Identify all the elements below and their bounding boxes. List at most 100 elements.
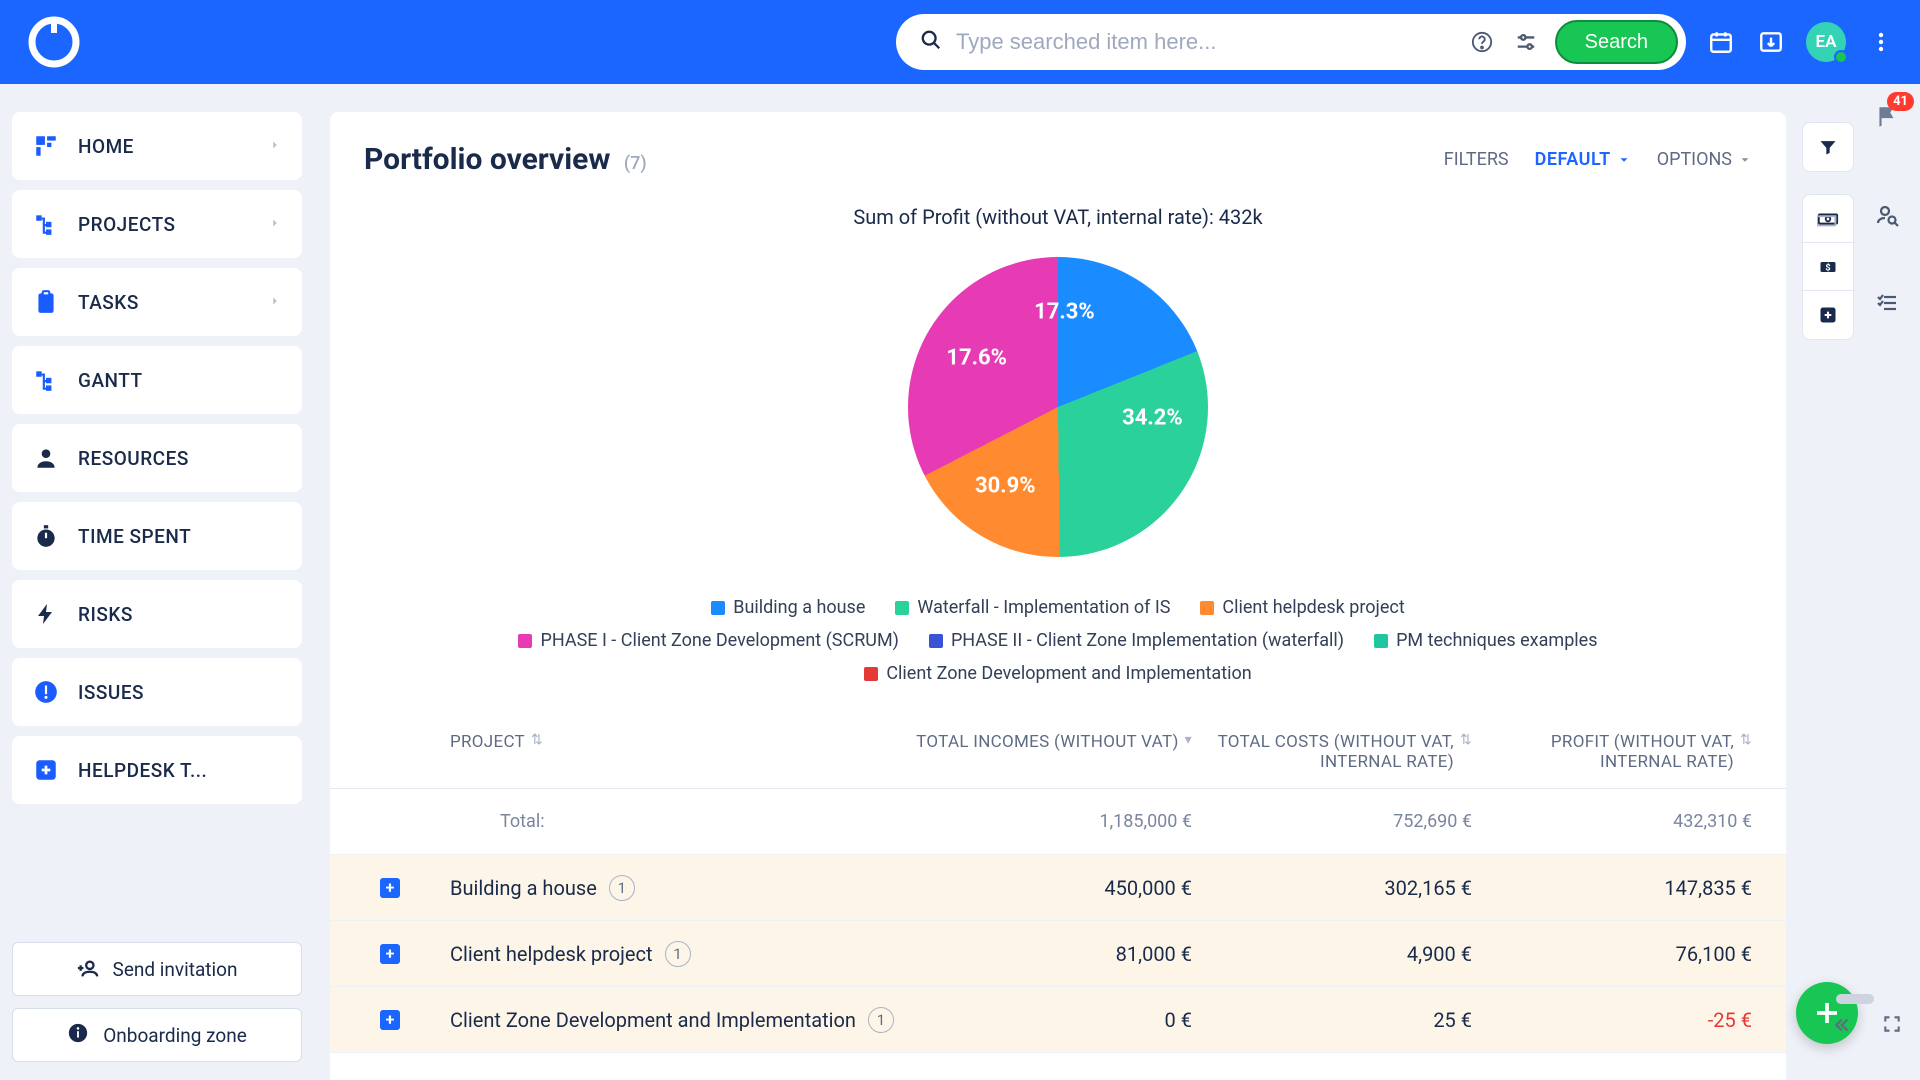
row-count-badge: 1 xyxy=(868,1007,894,1033)
chevron-down-icon xyxy=(1617,153,1631,167)
table-row[interactable]: +Building a house 1450,000 €302,165 €147… xyxy=(330,855,1786,921)
legend-swatch xyxy=(895,601,909,615)
options-dropdown[interactable]: OPTIONS xyxy=(1657,149,1752,170)
invite-label: Send invitation xyxy=(113,958,238,981)
legend-item[interactable]: PM techniques examples xyxy=(1374,630,1597,651)
sidebar-item-label: RISKS xyxy=(78,603,282,626)
sidebar-item-home[interactable]: HOME xyxy=(12,112,302,180)
legend-item[interactable]: Client helpdesk project xyxy=(1200,597,1404,618)
chart-area: Sum of Profit (without VAT, internal rat… xyxy=(330,195,1786,714)
fullscreen-icon[interactable] xyxy=(1882,1014,1902,1040)
horizontal-scrollbar[interactable] xyxy=(1836,994,1874,1004)
legend-label: Waterfall - Implementation of IS xyxy=(917,597,1170,618)
search-icon xyxy=(920,29,942,55)
expand-row-icon[interactable]: + xyxy=(380,1010,400,1030)
legend-label: PHASE II - Client Zone Implementation (w… xyxy=(951,630,1344,651)
tree-icon xyxy=(32,210,60,238)
person-icon xyxy=(32,444,60,472)
topbar: Search EA xyxy=(0,0,1920,84)
notifications-flag-icon[interactable]: 41 xyxy=(1870,100,1904,134)
page-title-count: (7) xyxy=(624,153,647,174)
help-icon[interactable] xyxy=(1467,27,1497,57)
checklist-icon[interactable] xyxy=(1870,286,1904,320)
legend-item[interactable]: PHASE I - Client Zone Development (SCRUM… xyxy=(518,630,898,651)
sidebar-item-label: ISSUES xyxy=(78,681,282,704)
table-row[interactable]: + Client Zone Development and Implementat… xyxy=(330,987,1786,1053)
sidebar-item-label: TASKS xyxy=(78,291,250,314)
legend-swatch xyxy=(929,634,943,648)
legend-item[interactable]: PHASE II - Client Zone Implementation (w… xyxy=(929,630,1344,651)
legend-swatch xyxy=(1374,634,1388,648)
plus-box-icon xyxy=(32,756,60,784)
cash-icon[interactable] xyxy=(1803,195,1853,243)
row-project-name: Client Zone Development and Implementati… xyxy=(450,1008,856,1032)
pie-chart[interactable]: 34.2%30.9%17.6%17.3% xyxy=(908,257,1208,557)
col-project[interactable]: PROJECT⇅ xyxy=(450,732,912,772)
user-avatar[interactable]: EA xyxy=(1806,22,1846,62)
table-row[interactable]: +Client helpdesk project 181,000 €4,900 … xyxy=(330,921,1786,987)
row-incomes: 0 € xyxy=(912,1008,1192,1032)
dollar-tag-icon[interactable]: $ xyxy=(1803,243,1853,291)
legend-item[interactable]: Client Zone Development and Implementati… xyxy=(864,663,1251,684)
sidebar-item-label: RESOURCES xyxy=(78,447,282,470)
stopwatch-icon xyxy=(32,522,60,550)
user-search-icon[interactable] xyxy=(1870,198,1904,232)
sidebar-item-tasks[interactable]: TASKS xyxy=(12,268,302,336)
sidebar-item-label: HOME xyxy=(78,135,250,158)
legend-item[interactable]: Building a house xyxy=(711,597,865,618)
sidebar-item-projects[interactable]: PROJECTS xyxy=(12,190,302,258)
sidebar-item-label: GANTT xyxy=(78,369,282,392)
page-title: Portfolio overview (7) xyxy=(364,142,647,177)
search-button[interactable]: Search xyxy=(1555,20,1678,64)
search-input[interactable] xyxy=(956,29,1453,55)
sliders-icon[interactable] xyxy=(1511,27,1541,57)
row-costs: 4,900 € xyxy=(1192,942,1472,966)
export-icon[interactable] xyxy=(1756,27,1786,57)
svg-text:$: $ xyxy=(1825,262,1830,273)
chevron-right-icon xyxy=(268,137,282,156)
bottom-right-controls xyxy=(1830,1014,1902,1040)
send-invitation-button[interactable]: Send invitation xyxy=(12,942,302,996)
collapse-icon[interactable] xyxy=(1830,1014,1852,1040)
chevron-right-icon xyxy=(268,215,282,234)
table-header: PROJECT⇅ TOTAL INCOMES (WITHOUT VAT)▾ TO… xyxy=(330,714,1786,789)
calendar-icon[interactable] xyxy=(1706,27,1736,57)
chevron-right-icon xyxy=(268,293,282,312)
clipboard-icon xyxy=(32,288,60,316)
sidebar-item-resources[interactable]: RESOURCES xyxy=(12,424,302,492)
sidebar-item-helpdesk-t-[interactable]: HELPDESK T... xyxy=(12,736,302,804)
sidebar-item-gantt[interactable]: GANTT xyxy=(12,346,302,414)
onboarding-button[interactable]: Onboarding zone xyxy=(12,1008,302,1062)
total-label: Total: xyxy=(500,811,545,832)
col-incomes[interactable]: TOTAL INCOMES (WITHOUT VAT)▾ xyxy=(912,732,1192,772)
col-profit[interactable]: PROFIT (WITHOUT VAT, INTERNAL RATE)⇅ xyxy=(1472,732,1752,772)
total-incomes: 1,185,000 € xyxy=(912,811,1192,832)
main-panel: Portfolio overview (7) FILTERS DEFAULT O… xyxy=(330,112,1786,1080)
tree-icon xyxy=(32,366,60,394)
sidebar-item-time-spent[interactable]: TIME SPENT xyxy=(12,502,302,570)
legend-label: PHASE I - Client Zone Development (SCRUM… xyxy=(540,630,898,651)
sort-icon: ⇅ xyxy=(1460,732,1472,748)
notification-badge: 41 xyxy=(1887,92,1914,111)
col-costs[interactable]: TOTAL COSTS (WITHOUT VAT, INTERNAL RATE)… xyxy=(1192,732,1472,772)
legend-swatch xyxy=(864,667,878,681)
sidebar-item-label: HELPDESK T... xyxy=(78,759,282,782)
filter-icon[interactable] xyxy=(1803,123,1853,171)
alert-icon xyxy=(32,678,60,706)
chevron-down-icon xyxy=(1738,153,1752,167)
kebab-menu-icon[interactable] xyxy=(1866,27,1896,57)
presence-dot xyxy=(1834,50,1848,64)
app-logo[interactable] xyxy=(24,12,84,72)
expand-row-icon[interactable]: + xyxy=(380,944,400,964)
expand-row-icon[interactable]: + xyxy=(380,878,400,898)
add-tile-icon[interactable] xyxy=(1803,291,1853,339)
sidebar-item-issues[interactable]: ISSUES xyxy=(12,658,302,726)
row-incomes: 81,000 € xyxy=(912,942,1192,966)
row-profit: 76,100 € xyxy=(1472,942,1752,966)
legend-item[interactable]: Waterfall - Implementation of IS xyxy=(895,597,1170,618)
filters-dropdown[interactable]: DEFAULT xyxy=(1535,149,1631,170)
chart-legend: Building a house Waterfall - Implementati… xyxy=(508,597,1608,684)
sidebar-item-risks[interactable]: RISKS xyxy=(12,580,302,648)
dashboard-icon xyxy=(32,132,60,160)
bolt-icon xyxy=(32,600,60,628)
